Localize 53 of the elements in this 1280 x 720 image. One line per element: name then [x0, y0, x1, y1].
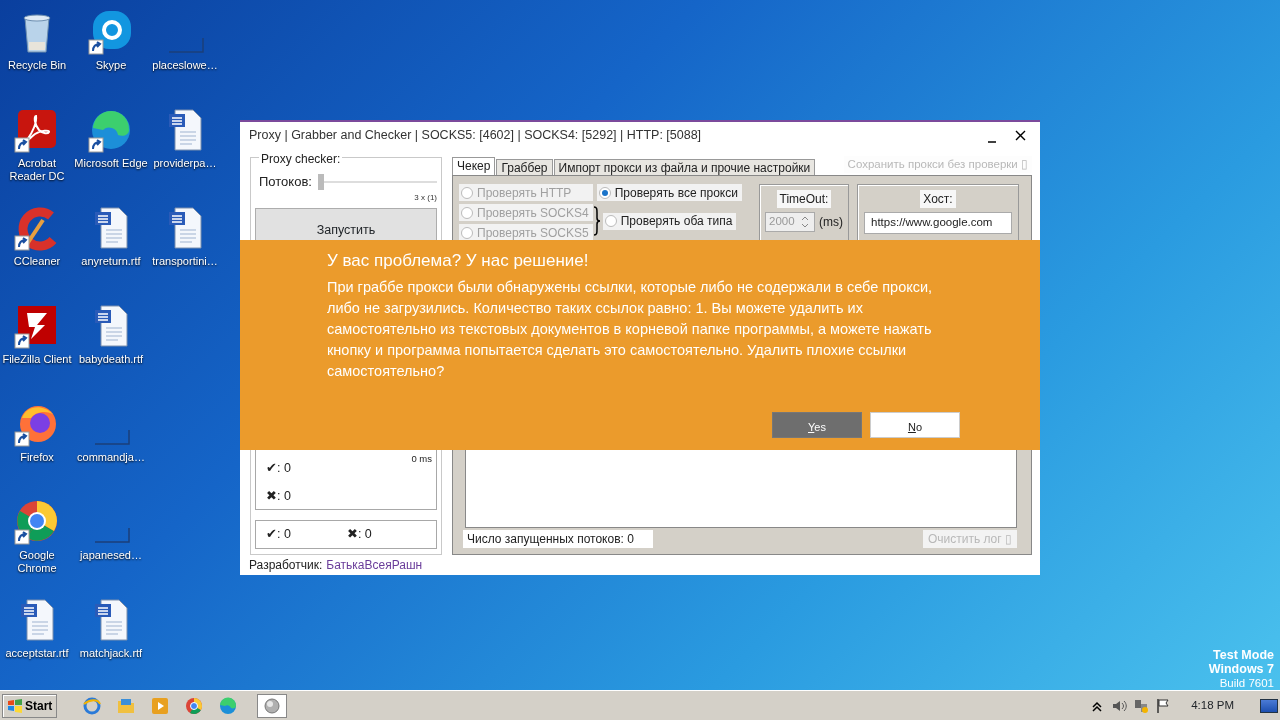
desktop-icon-label[interactable]: placeslowe…: [152, 59, 218, 72]
radio-option[interactable]: Проверять все прокси: [596, 184, 742, 201]
windows-logo-icon: [7, 698, 23, 713]
desktop-icon-label[interactable]: FileZilla Client: [2, 353, 72, 366]
desktop-icon-label[interactable]: Google Chrome: [17, 549, 57, 575]
field-label: Потоков:: [259, 173, 312, 191]
confirm-button[interactable]: Yes: [772, 412, 862, 438]
tab[interactable]: Чекер: [452, 157, 496, 175]
tab[interactable]: Импорт прокси из файла и прочие настройки: [553, 159, 816, 175]
desktop-icon-label[interactable]: anyreturn.rtf: [81, 255, 141, 268]
network-icon[interactable]: [1133, 697, 1150, 714]
desktop-icon-label[interactable]: acceptstar.rtf: [5, 647, 69, 660]
close-icon[interactable]: [1015, 129, 1026, 141]
desktop-icon-label[interactable]: Skype: [95, 59, 127, 72]
brace-icon: [592, 206, 601, 236]
desktop-icon-label[interactable]: Microsoft Edge: [74, 157, 148, 170]
os-notice-text: Windows 7: [1208, 662, 1274, 676]
desktop-icon-label[interactable]: Acrobat Reader DC: [9, 157, 65, 183]
show-desktop-icon[interactable]: [1260, 698, 1278, 713]
os-notice-text: Test Mode: [1213, 648, 1274, 662]
desktop-icon-label[interactable]: Firefox: [20, 451, 54, 464]
os-notice-text: Build 7601: [1219, 676, 1274, 690]
taskbar-globe-icon[interactable]: [257, 693, 288, 718]
dialog-message: При граббе прокси были обнаружены ссылки, которые либо не содержали в себе прокси, либо не загрузились. Количество таких ссылок равно: 1. Вы можете удалить их самостоятельно из текстовых документов в корневой папке программы, а можете нажать кнопку и программа попытается сделать это самостоятельно. Удалить плохие ссылки самостоятельно?: [327, 277, 934, 381]
developer-link[interactable]: БатькаВсеяРашн: [326, 556, 423, 574]
clock: 4:18 PM: [1191, 697, 1234, 713]
latency-value: 0 ms: [411, 454, 432, 464]
slider-thumb[interactable]: [317, 173, 324, 190]
desktop-icon-label[interactable]: CCleaner: [13, 255, 61, 268]
group-legend: TimeOut:: [776, 190, 832, 208]
window-title: Proxy | Grabber and Checker | SOCKS5: [4602] | SOCKS4: [5292] | HTTP: [5088]: [249, 126, 703, 144]
desktop-icon-label[interactable]: babydeath.rtf: [78, 353, 144, 366]
host-field[interactable]: https://www.google.com: [864, 212, 1012, 234]
radio-option[interactable]: Проверять оба типа: [602, 212, 737, 230]
total-count: ✖: 0: [346, 526, 372, 544]
desktop-icon-label[interactable]: commandja…: [77, 451, 145, 464]
desktop-icon-label[interactable]: japanesed…: [80, 549, 142, 562]
slider-reading: 3 x (1): [413, 191, 437, 204]
total-count: ✔: 0: [266, 526, 291, 544]
unit-label: (ms): [819, 214, 843, 231]
stat-count: ✖: 0: [266, 489, 292, 503]
stat-count: ✔: 0: [266, 461, 292, 475]
group-legend: Хост:: [920, 190, 956, 208]
desktop-icon-label[interactable]: transportini…: [152, 255, 218, 268]
developer-label: Разработчик:: [249, 557, 323, 574]
start-button[interactable]: Start: [2, 693, 58, 718]
flag-icon[interactable]: [1155, 697, 1172, 714]
desktop-icon-label[interactable]: Recycle Bin: [7, 59, 67, 72]
desktop-icon-label[interactable]: providerpa…: [153, 157, 217, 170]
status-text: Число запущенных потоков: 0: [463, 530, 653, 548]
cancel-button[interactable]: No: [870, 412, 960, 438]
tab[interactable]: Граббер: [496, 159, 553, 175]
desktop-icon-label[interactable]: matchjack.rtf: [79, 647, 143, 660]
